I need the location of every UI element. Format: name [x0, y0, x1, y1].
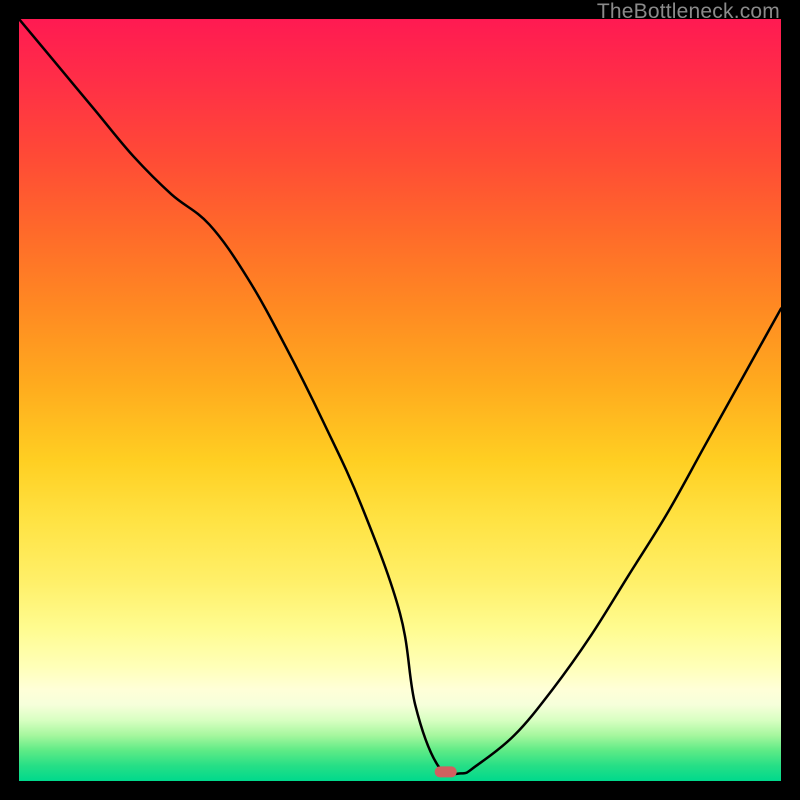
watermark-text: TheBottleneck.com: [597, 0, 780, 24]
optimal-marker: [435, 766, 457, 777]
chart-frame: TheBottleneck.com: [0, 0, 800, 800]
plot-area: [19, 19, 781, 781]
bottleneck-curve: [19, 19, 781, 774]
bottleneck-chart-svg: [19, 19, 781, 781]
